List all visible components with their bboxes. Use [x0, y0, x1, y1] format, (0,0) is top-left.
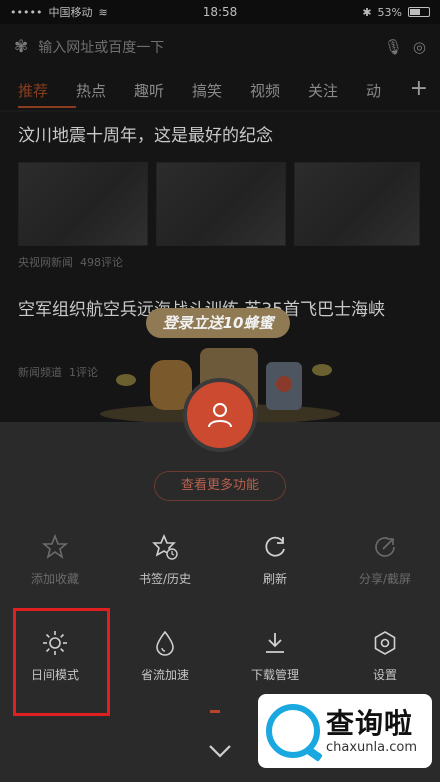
bookmark-history-icon — [152, 534, 178, 560]
drop-icon — [156, 630, 174, 656]
add-favorite-button[interactable]: 添加收藏 — [0, 534, 110, 587]
menu-row: 添加收藏 书签/历史 刷新 分享/截屏 — [0, 534, 440, 587]
refresh-icon — [265, 536, 285, 557]
share-icon — [375, 537, 395, 557]
add-channel-icon[interactable]: + — [410, 76, 428, 101]
settings-icon — [374, 631, 396, 655]
microphone-icon[interactable]: 🎙 — [384, 38, 403, 56]
thumbnail-image — [156, 162, 286, 246]
magnifier-logo-icon — [266, 704, 320, 758]
settings-button[interactable]: 设置 — [330, 630, 440, 683]
chevron-down-icon[interactable] — [206, 740, 234, 762]
watermark-name: 查询啦 — [326, 706, 414, 740]
baidu-paw-icon: ✾ — [14, 37, 29, 57]
tab-recommend[interactable]: 推荐 — [18, 80, 76, 108]
article-meta: 央视网新闻 498评论 — [18, 256, 123, 269]
tab-listen[interactable]: 趣听 — [134, 80, 192, 101]
article-thumbnails[interactable] — [18, 162, 420, 246]
thumbnail-image — [294, 162, 420, 246]
channel-tabs: 推荐 热点 趣听 搞笑 视频 关注 动 + — [0, 70, 440, 110]
article-meta: 新闻频道 1评论 — [18, 366, 98, 379]
user-icon — [208, 403, 232, 428]
highlight-annotation-box — [13, 608, 110, 716]
camera-icon[interactable]: ◎ — [413, 38, 426, 56]
search-bar[interactable]: ✾ 输入网址或百度一下 🎙 ◎ — [0, 24, 440, 70]
thumbnail-image — [18, 162, 148, 246]
clock: 18:58 — [202, 5, 238, 19]
watermark-logo: 查询啦 chaxunla.com — [258, 694, 432, 768]
tab-video[interactable]: 视频 — [250, 80, 308, 101]
search-input[interactable]: 输入网址或百度一下 — [38, 37, 374, 57]
more-features-button[interactable]: 查看更多功能 — [154, 471, 286, 501]
article-title[interactable]: 汶川地震十周年，这是最好的纪念 — [18, 122, 423, 151]
bookmarks-history-button[interactable]: 书签/历史 — [110, 534, 220, 587]
tab-follow[interactable]: 关注 — [308, 80, 366, 101]
page-indicator — [210, 710, 220, 713]
refresh-button[interactable]: 刷新 — [220, 534, 330, 587]
data-saver-button[interactable]: 省流加速 — [110, 630, 220, 683]
star-icon — [42, 534, 68, 559]
status-bar: ••••• 中国移动 ≋ 18:58 ✱ 53% — [0, 0, 440, 24]
watermark-url: chaxunla.com — [326, 739, 417, 755]
tab-hot[interactable]: 热点 — [76, 80, 134, 101]
user-avatar[interactable] — [183, 378, 257, 452]
download-icon — [266, 633, 284, 653]
battery-icon — [408, 7, 430, 17]
download-manager-button[interactable]: 下载管理 — [220, 630, 330, 683]
share-screenshot-button[interactable]: 分享/截屏 — [330, 534, 440, 587]
tab-funny[interactable]: 搞笑 — [192, 80, 250, 101]
promo-banner[interactable]: 登录立送10蜂蜜 — [146, 308, 290, 338]
